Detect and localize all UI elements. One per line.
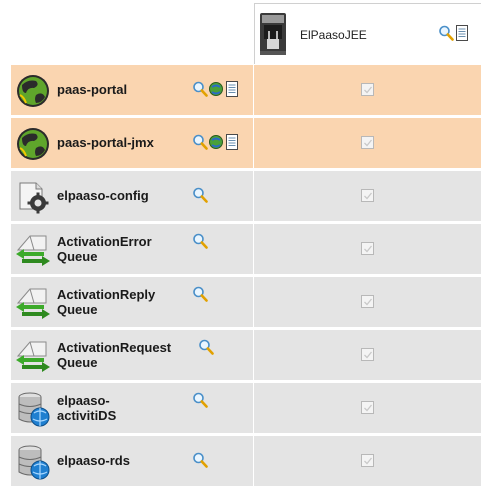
deploy-checkbox[interactable] [361, 242, 374, 255]
search-icon[interactable] [192, 186, 208, 204]
row-name-cell: paas-portal [11, 65, 253, 115]
row-label[interactable]: ActivationRequest Queue [57, 340, 191, 370]
row-name-cell: ActivationError Queue [11, 224, 253, 274]
row-label[interactable]: paas-portal [57, 82, 127, 97]
espresso-machine-icon [260, 13, 286, 55]
globe-refresh-icon[interactable] [208, 133, 224, 151]
checkbox-cell [254, 224, 481, 274]
table-row: ActivationReply Queue [11, 277, 481, 328]
row-name-cell: ActivationReply Queue [11, 277, 253, 327]
search-icon[interactable] [192, 133, 208, 151]
document-icon[interactable] [454, 24, 470, 42]
config-gear-icon [19, 182, 49, 214]
checkbox-cell [254, 277, 481, 327]
row-name-cell: ActivationRequest Queue [11, 330, 253, 380]
checkbox-cell [254, 171, 481, 221]
row-name-cell: elpaaso-activitiDS [11, 383, 253, 433]
table-row: paas-portal-jmx [11, 118, 481, 169]
database-globe-icon [18, 392, 50, 427]
table-row: elpaaso-config [11, 171, 481, 222]
row-label[interactable]: paas-portal-jmx [57, 135, 154, 150]
row-label[interactable]: elpaaso-activitiDS [57, 393, 191, 423]
document-icon[interactable] [224, 80, 240, 98]
deploy-checkbox[interactable] [361, 136, 374, 149]
checkbox-cell [254, 383, 481, 433]
search-icon[interactable] [192, 80, 208, 98]
row-name-cell: elpaaso-config [11, 171, 253, 221]
deploy-checkbox[interactable] [361, 348, 374, 361]
database-globe-icon [18, 445, 50, 480]
table-row: ActivationError Queue [11, 224, 481, 275]
search-icon[interactable] [192, 285, 208, 303]
server-column-header: ElPaasoJEE [254, 3, 481, 64]
table-row: paas-portal [11, 65, 481, 116]
queue-arrows-icon [16, 288, 50, 319]
row-label[interactable]: elpaaso-config [57, 188, 149, 203]
checkbox-cell [254, 65, 481, 115]
checkbox-cell [254, 330, 481, 380]
globe-app-icon [17, 128, 49, 160]
deploy-checkbox[interactable] [361, 189, 374, 202]
globe-refresh-icon[interactable] [208, 80, 224, 98]
row-label[interactable]: ActivationReply Queue [57, 287, 191, 317]
deploy-checkbox[interactable] [361, 83, 374, 96]
checkbox-cell [254, 118, 481, 168]
search-icon[interactable] [192, 391, 208, 409]
deploy-checkbox[interactable] [361, 401, 374, 414]
search-icon[interactable] [198, 338, 214, 356]
table-row: elpaaso-rds [11, 436, 481, 487]
row-label[interactable]: ActivationError Queue [57, 234, 191, 264]
queue-arrows-icon [16, 341, 50, 372]
table-row: ActivationRequest Queue [11, 330, 481, 381]
row-name-cell: elpaaso-rds [11, 436, 253, 486]
table-row: elpaaso-activitiDS [11, 383, 481, 434]
checkbox-cell [254, 436, 481, 486]
row-label[interactable]: elpaaso-rds [57, 453, 130, 468]
search-icon[interactable] [192, 451, 208, 469]
deployment-matrix: paas-portal paas-portal-jmx elpaaso-conf… [11, 65, 481, 489]
queue-arrows-icon [16, 235, 50, 266]
document-icon[interactable] [224, 133, 240, 151]
globe-app-icon [17, 75, 49, 107]
deploy-checkbox[interactable] [361, 454, 374, 467]
server-name[interactable]: ElPaasoJEE [300, 28, 367, 42]
search-icon[interactable] [438, 24, 454, 42]
row-name-cell: paas-portal-jmx [11, 118, 253, 168]
search-icon[interactable] [192, 232, 208, 250]
deploy-checkbox[interactable] [361, 295, 374, 308]
